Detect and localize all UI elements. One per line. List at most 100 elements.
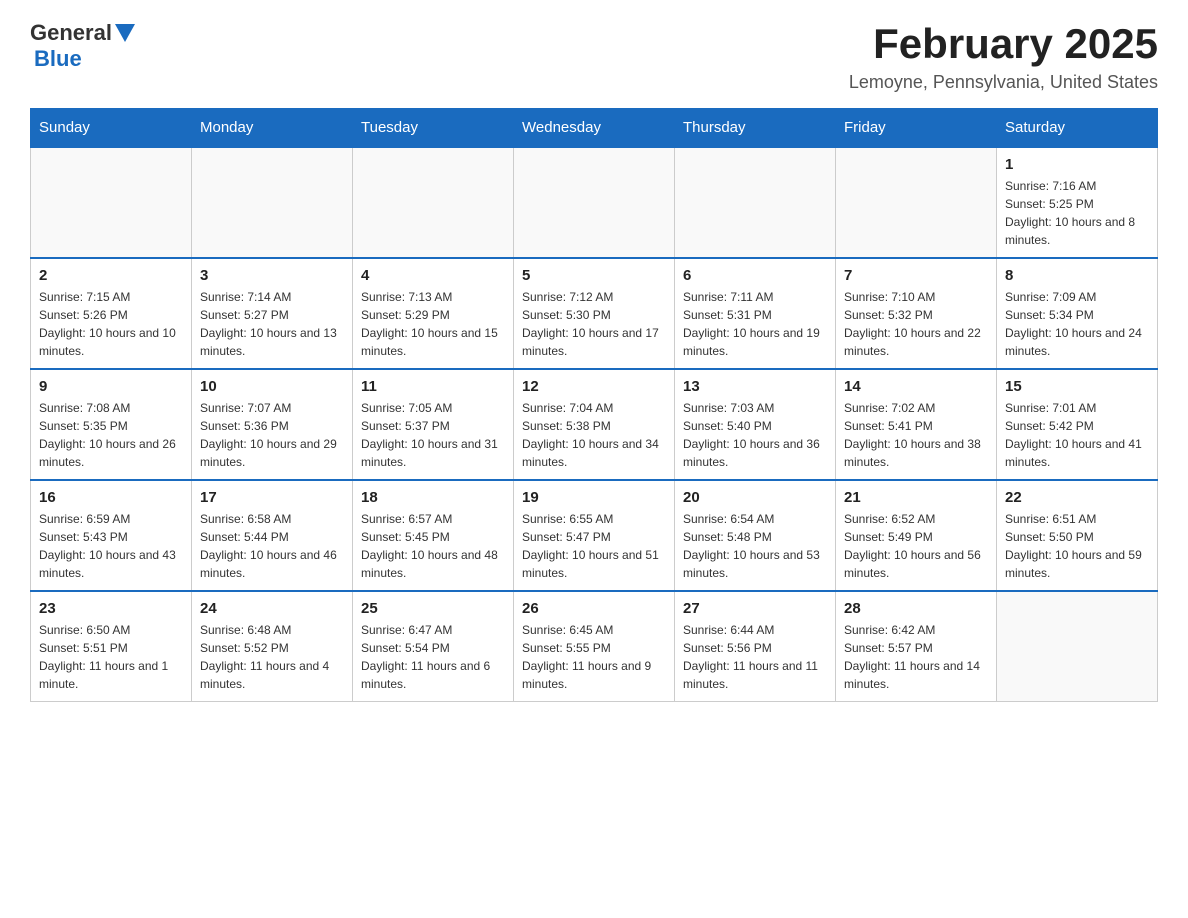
calendar-day-header: Wednesday (514, 109, 675, 148)
calendar-cell: 24 Sunrise: 6:48 AMSunset: 5:52 PMDayligh… (192, 591, 353, 702)
day-info: Sunrise: 6:57 AMSunset: 5:45 PMDaylight:… (361, 510, 505, 582)
day-info: Sunrise: 6:45 AMSunset: 5:55 PMDaylight:… (522, 621, 666, 693)
calendar-cell: 5 Sunrise: 7:12 AMSunset: 5:30 PMDaylight… (514, 258, 675, 369)
calendar-cell: 21 Sunrise: 6:52 AMSunset: 5:49 PMDayligh… (836, 480, 997, 591)
day-info: Sunrise: 7:10 AMSunset: 5:32 PMDaylight:… (844, 288, 988, 360)
day-number: 20 (683, 489, 827, 506)
day-info: Sunrise: 6:47 AMSunset: 5:54 PMDaylight:… (361, 621, 505, 693)
calendar-cell: 27 Sunrise: 6:44 AMSunset: 5:56 PMDayligh… (675, 591, 836, 702)
calendar-cell: 15Sunrise: 7:01 AMSunset: 5:42 PMDayligh… (997, 369, 1158, 480)
calendar-day-header: Thursday (675, 109, 836, 148)
calendar-cell (997, 591, 1158, 702)
calendar-week-row: 1 Sunrise: 7:16 AMSunset: 5:25 PMDaylight… (31, 147, 1158, 258)
calendar-cell: 25 Sunrise: 6:47 AMSunset: 5:54 PMDayligh… (353, 591, 514, 702)
day-info: Sunrise: 6:52 AMSunset: 5:49 PMDaylight:… (844, 510, 988, 582)
calendar-cell: 23 Sunrise: 6:50 AMSunset: 5:51 PMDayligh… (31, 591, 192, 702)
calendar-week-row: 16 Sunrise: 6:59 AMSunset: 5:43 PMDayligh… (31, 480, 1158, 591)
day-number: 5 (522, 267, 666, 284)
day-number: 21 (844, 489, 988, 506)
calendar-cell: 14 Sunrise: 7:02 AMSunset: 5:41 PMDayligh… (836, 369, 997, 480)
calendar-week-row: 23 Sunrise: 6:50 AMSunset: 5:51 PMDayligh… (31, 591, 1158, 702)
month-year-title: February 2025 (849, 20, 1158, 68)
calendar-cell: 8 Sunrise: 7:09 AMSunset: 5:34 PMDaylight… (997, 258, 1158, 369)
calendar-cell: 22 Sunrise: 6:51 AMSunset: 5:50 PMDayligh… (997, 480, 1158, 591)
calendar-cell (514, 147, 675, 258)
day-info: Sunrise: 6:42 AMSunset: 5:57 PMDaylight:… (844, 621, 988, 693)
calendar-header-row: SundayMondayTuesdayWednesdayThursdayFrid… (31, 109, 1158, 148)
day-number: 23 (39, 600, 183, 617)
day-number: 17 (200, 489, 344, 506)
day-number: 12 (522, 378, 666, 395)
day-info: Sunrise: 7:09 AMSunset: 5:34 PMDaylight:… (1005, 288, 1149, 360)
day-number: 2 (39, 267, 183, 284)
calendar-cell (192, 147, 353, 258)
calendar-week-row: 2 Sunrise: 7:15 AMSunset: 5:26 PMDaylight… (31, 258, 1158, 369)
title-section: February 2025 Lemoyne, Pennsylvania, Uni… (849, 20, 1158, 93)
calendar-table: SundayMondayTuesdayWednesdayThursdayFrid… (30, 108, 1158, 702)
day-number: 16 (39, 489, 183, 506)
logo-general-text: General (30, 20, 112, 46)
day-info: Sunrise: 6:50 AMSunset: 5:51 PMDaylight:… (39, 621, 183, 693)
day-info: Sunrise: 6:58 AMSunset: 5:44 PMDaylight:… (200, 510, 344, 582)
calendar-cell: 4Sunrise: 7:13 AMSunset: 5:29 PMDaylight… (353, 258, 514, 369)
day-number: 25 (361, 600, 505, 617)
logo-blue-text: Blue (34, 46, 82, 71)
calendar-week-row: 9 Sunrise: 7:08 AMSunset: 5:35 PMDaylight… (31, 369, 1158, 480)
day-info: Sunrise: 6:54 AMSunset: 5:48 PMDaylight:… (683, 510, 827, 582)
logo-triangle-icon (115, 24, 135, 44)
day-number: 19 (522, 489, 666, 506)
day-number: 6 (683, 267, 827, 284)
day-info: Sunrise: 6:48 AMSunset: 5:52 PMDaylight:… (200, 621, 344, 693)
calendar-cell (353, 147, 514, 258)
calendar-cell: 19Sunrise: 6:55 AMSunset: 5:47 PMDayligh… (514, 480, 675, 591)
day-info: Sunrise: 7:15 AMSunset: 5:26 PMDaylight:… (39, 288, 183, 360)
calendar-cell: 7Sunrise: 7:10 AMSunset: 5:32 PMDaylight… (836, 258, 997, 369)
day-number: 22 (1005, 489, 1149, 506)
logo: General Blue (30, 20, 135, 72)
day-info: Sunrise: 6:51 AMSunset: 5:50 PMDaylight:… (1005, 510, 1149, 582)
calendar-cell: 10 Sunrise: 7:07 AMSunset: 5:36 PMDayligh… (192, 369, 353, 480)
calendar-cell: 13 Sunrise: 7:03 AMSunset: 5:40 PMDayligh… (675, 369, 836, 480)
day-info: Sunrise: 7:11 AMSunset: 5:31 PMDaylight:… (683, 288, 827, 360)
calendar-cell: 6 Sunrise: 7:11 AMSunset: 5:31 PMDaylight… (675, 258, 836, 369)
calendar-cell: 3 Sunrise: 7:14 AMSunset: 5:27 PMDaylight… (192, 258, 353, 369)
location-subtitle: Lemoyne, Pennsylvania, United States (849, 72, 1158, 93)
day-info: Sunrise: 7:14 AMSunset: 5:27 PMDaylight:… (200, 288, 344, 360)
day-info: Sunrise: 7:02 AMSunset: 5:41 PMDaylight:… (844, 399, 988, 471)
day-number: 15 (1005, 378, 1149, 395)
calendar-cell: 12 Sunrise: 7:04 AMSunset: 5:38 PMDayligh… (514, 369, 675, 480)
calendar-cell: 20 Sunrise: 6:54 AMSunset: 5:48 PMDayligh… (675, 480, 836, 591)
day-info: Sunrise: 7:04 AMSunset: 5:38 PMDaylight:… (522, 399, 666, 471)
day-number: 8 (1005, 267, 1149, 284)
day-number: 1 (1005, 156, 1149, 173)
day-info: Sunrise: 6:44 AMSunset: 5:56 PMDaylight:… (683, 621, 827, 693)
calendar-cell: 11Sunrise: 7:05 AMSunset: 5:37 PMDayligh… (353, 369, 514, 480)
calendar-cell (836, 147, 997, 258)
calendar-cell: 18Sunrise: 6:57 AMSunset: 5:45 PMDayligh… (353, 480, 514, 591)
calendar-cell (675, 147, 836, 258)
calendar-day-header: Tuesday (353, 109, 514, 148)
day-info: Sunrise: 7:16 AMSunset: 5:25 PMDaylight:… (1005, 177, 1149, 249)
day-number: 9 (39, 378, 183, 395)
calendar-cell: 2 Sunrise: 7:15 AMSunset: 5:26 PMDaylight… (31, 258, 192, 369)
day-info: Sunrise: 7:08 AMSunset: 5:35 PMDaylight:… (39, 399, 183, 471)
day-info: Sunrise: 7:03 AMSunset: 5:40 PMDaylight:… (683, 399, 827, 471)
day-info: Sunrise: 6:59 AMSunset: 5:43 PMDaylight:… (39, 510, 183, 582)
day-info: Sunrise: 7:07 AMSunset: 5:36 PMDaylight:… (200, 399, 344, 471)
day-number: 24 (200, 600, 344, 617)
day-number: 27 (683, 600, 827, 617)
calendar-cell: 17 Sunrise: 6:58 AMSunset: 5:44 PMDayligh… (192, 480, 353, 591)
day-number: 10 (200, 378, 344, 395)
day-number: 4 (361, 267, 505, 284)
day-number: 28 (844, 600, 988, 617)
calendar-cell (31, 147, 192, 258)
calendar-day-header: Sunday (31, 109, 192, 148)
day-number: 13 (683, 378, 827, 395)
day-number: 14 (844, 378, 988, 395)
day-number: 3 (200, 267, 344, 284)
calendar-day-header: Monday (192, 109, 353, 148)
calendar-cell: 1 Sunrise: 7:16 AMSunset: 5:25 PMDaylight… (997, 147, 1158, 258)
calendar-cell: 16 Sunrise: 6:59 AMSunset: 5:43 PMDayligh… (31, 480, 192, 591)
day-number: 11 (361, 378, 505, 395)
day-info: Sunrise: 7:12 AMSunset: 5:30 PMDaylight:… (522, 288, 666, 360)
